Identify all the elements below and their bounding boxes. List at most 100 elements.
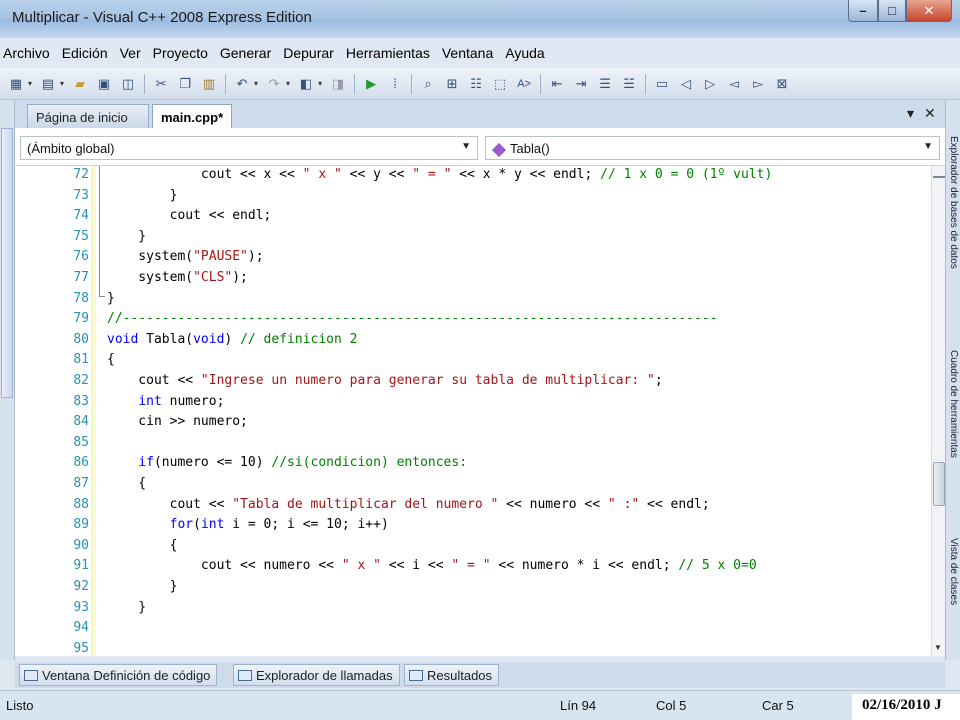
decrease-indent-icon[interactable]: ⇤ — [547, 74, 567, 94]
line-number: 80 — [73, 331, 89, 347]
code-text: for(int i = 0; i <= 10; i++) — [107, 517, 389, 532]
code-line[interactable]: 75 } — [15, 229, 915, 250]
code-token: ) — [224, 331, 241, 347]
code-line[interactable]: 89 for(int i = 0; i <= 10; i++) — [15, 517, 915, 538]
properties-icon[interactable]: ☷ — [466, 74, 486, 94]
code-line[interactable]: 81 { — [15, 352, 915, 373]
save-icon[interactable]: ▣ — [94, 74, 114, 94]
add-item-icon[interactable]: ▤ — [38, 74, 58, 94]
line-number: 92 — [73, 579, 89, 594]
code-line[interactable]: 78} — [15, 291, 915, 312]
uncomment-lines-icon[interactable]: ☱ — [619, 74, 639, 94]
cut-icon[interactable]: ✂ — [151, 74, 171, 94]
maximize-button[interactable]: □ — [878, 0, 906, 22]
code-editor[interactable]: ▼ 72 cout << x << " x " << y << " = " <<… — [15, 166, 945, 656]
menu-herramientas[interactable]: Herramientas — [340, 45, 436, 61]
code-token: // 5 x 0=0 — [678, 558, 757, 574]
code-line[interactable]: 87 { — [15, 476, 915, 497]
code-line[interactable]: 82 cout << "Ingrese un numero para gener… — [15, 373, 915, 394]
code-text: cout << "Tabla de multiplicar del numero… — [107, 497, 710, 512]
split-handle[interactable] — [933, 170, 945, 178]
paste-icon[interactable]: ▥ — [199, 74, 219, 94]
menu-proyecto[interactable]: Proyecto — [147, 45, 214, 61]
close-window-button[interactable]: ✕ — [906, 0, 952, 22]
code-line[interactable]: 90 { — [15, 538, 915, 559]
next-bookmark-icon[interactable]: ▷ — [700, 74, 720, 94]
code-line[interactable]: 83 int numero; — [15, 394, 915, 415]
scroll-down-icon[interactable]: ▼ — [934, 643, 942, 652]
code-line[interactable]: 91 cout << numero << " x " << i << " = "… — [15, 558, 915, 579]
code-line[interactable]: 73 } — [15, 188, 915, 209]
code-line[interactable]: 84 cin >> numero; — [15, 414, 915, 435]
code-token: i = 0; i <= 10; i++) — [224, 517, 389, 533]
line-number: 87 — [73, 476, 89, 491]
comment-lines-icon[interactable]: ☰ — [595, 74, 615, 94]
tab-code-definition-window[interactable]: Ventana Definición de código — [19, 664, 218, 686]
menu-ver[interactable]: Ver — [114, 45, 147, 61]
code-line[interactable]: 76 system("PAUSE"); — [15, 249, 915, 270]
navigate-forward-icon[interactable]: ◨ — [328, 74, 348, 94]
menu-ventana[interactable]: Ventana — [436, 45, 499, 61]
code-line[interactable]: 74 cout << endl; — [15, 208, 915, 229]
redo-icon[interactable]: ↷ — [264, 74, 284, 94]
toolbox-tab[interactable]: Cuadro de herramientas — [948, 350, 959, 458]
new-project-icon[interactable]: ▦ — [6, 74, 26, 94]
menu-depurar[interactable]: Depurar — [277, 45, 340, 61]
tab-main-cpp[interactable]: main.cpp* — [152, 104, 232, 128]
close-tab-icon[interactable]: ✕ — [924, 105, 936, 122]
scrollbar-thumb[interactable] — [933, 462, 945, 506]
save-all-icon[interactable]: ◫ — [118, 74, 138, 94]
previous-bookmark-folder-icon[interactable]: ◅ — [724, 74, 744, 94]
code-token: ); — [232, 270, 248, 285]
minimize-button[interactable]: – — [848, 0, 878, 22]
navigate-backward-icon[interactable]: ◧ — [296, 74, 316, 94]
menu-ayuda[interactable]: Ayuda — [499, 45, 550, 61]
code-line[interactable]: 72 cout << x << " x " << y << " = " << x… — [15, 167, 915, 188]
class-view-tab[interactable]: Vista de clases — [948, 538, 959, 605]
code-line[interactable]: 92 } — [15, 579, 915, 600]
toggle-bookmark-icon[interactable]: ▭ — [652, 74, 672, 94]
next-bookmark-folder-icon[interactable]: ▻ — [748, 74, 768, 94]
code-text: } — [107, 229, 146, 244]
open-file-icon[interactable]: ▰ — [70, 74, 90, 94]
scope-dropdown[interactable]: (Ámbito global) ▼ — [20, 136, 478, 160]
menu-archivo[interactable]: Archivo — [0, 45, 56, 61]
solution-explorer-icon[interactable]: ⊞ — [442, 74, 462, 94]
copy-icon[interactable]: ❐ — [175, 74, 195, 94]
solution-config-icon[interactable]: ⁞ — [385, 74, 405, 94]
code-text: } — [107, 600, 146, 615]
undo-icon[interactable]: ↶ — [232, 74, 252, 94]
code-text: system("CLS"); — [107, 270, 248, 285]
find-in-files-icon[interactable]: ⌕ — [418, 74, 438, 94]
code-text: system("PAUSE"); — [107, 249, 263, 264]
previous-bookmark-icon[interactable]: ◁ — [676, 74, 696, 94]
code-line[interactable]: 80 void Tabla(void) // definicion 2 — [15, 332, 915, 353]
chevron-down-icon: ▼ — [923, 141, 933, 152]
menu-edicion[interactable]: Edición — [56, 45, 114, 61]
tab-call-browser[interactable]: Explorador de llamadas — [233, 664, 400, 686]
menu-generar[interactable]: Generar — [214, 45, 277, 61]
tab-start-page[interactable]: Página de inicio — [27, 104, 149, 128]
code-line[interactable]: 94 — [15, 620, 915, 641]
start-debugging-icon[interactable]: ▶ — [361, 74, 381, 94]
database-explorer-tab[interactable]: Explorador de bases de datos — [948, 136, 959, 269]
member-dropdown[interactable]: Tabla() ▼ — [485, 136, 940, 160]
code-line[interactable]: 85 — [15, 435, 915, 456]
font-size-icon[interactable]: A˃ — [514, 74, 534, 94]
increase-indent-icon[interactable]: ⇥ — [571, 74, 591, 94]
code-line[interactable]: 77 system("CLS"); — [15, 270, 915, 291]
tab-output[interactable]: Resultados — [404, 664, 500, 686]
solution-explorer-side-tab[interactable] — [1, 128, 13, 398]
code-line[interactable]: 86 if(numero <= 10) //si(condicion) ento… — [15, 455, 915, 476]
tab-list-dropdown-icon[interactable]: ▾ — [907, 105, 914, 122]
editor-vertical-scrollbar[interactable]: ▼ — [931, 166, 945, 656]
code-line[interactable]: 95 — [15, 641, 915, 656]
code-token: system( — [107, 270, 194, 285]
code-line[interactable]: 88 cout << "Tabla de multiplicar del num… — [15, 497, 915, 518]
clear-bookmarks-icon[interactable]: ⊠ — [772, 74, 792, 94]
code-line[interactable]: 79 //------------------------------------… — [15, 311, 915, 332]
code-line[interactable]: 93 } — [15, 600, 915, 621]
object-browser-icon[interactable]: ⬚ — [490, 74, 510, 94]
toolbar-separator — [645, 73, 647, 94]
code-token: Tabla( — [138, 331, 194, 347]
